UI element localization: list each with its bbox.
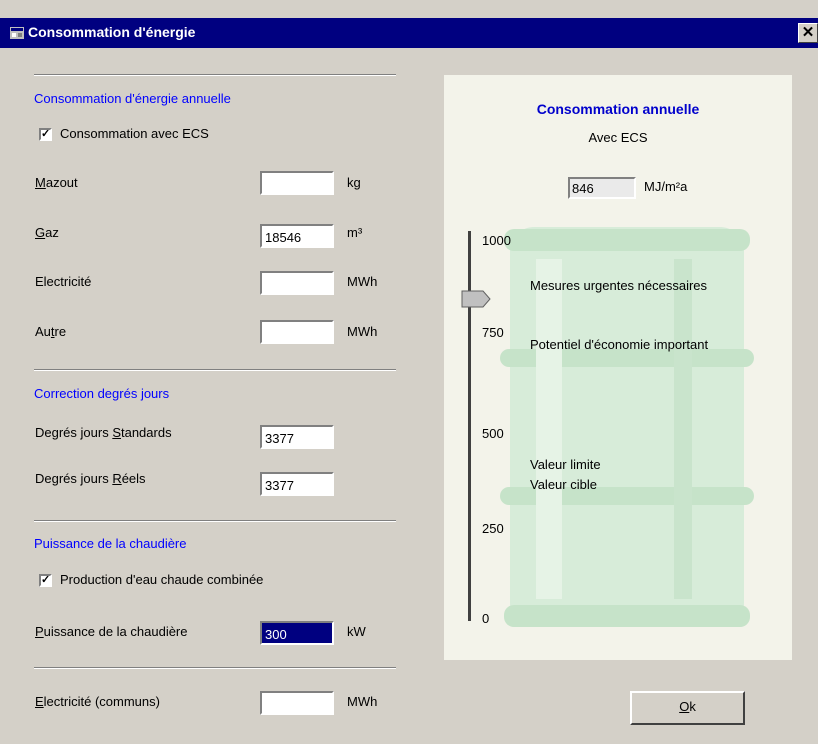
zone-urgent: Mesures urgentes nécessaires [530,278,708,293]
mazout-input[interactable] [260,171,334,195]
dj-standards-label: Degrés jours Standards [35,425,172,440]
gauge-value: 846 [568,177,636,199]
hot-water-checkbox-label[interactable]: Production d'eau chaude combinée [60,572,263,587]
ecs-checkbox[interactable]: ✓ [39,128,52,141]
dj-reels-input[interactable] [260,472,334,496]
gauge-subtitle: Avec ECS [588,130,648,145]
close-button[interactable]: ✕ [798,23,818,43]
tick-1000: 1000 [482,233,511,248]
zone-potential: Potentiel d'économie important [530,337,709,352]
divider-degree [34,369,396,371]
autre-unit: MWh [347,324,378,339]
common-elec-label: Electricité (communs) [35,694,160,709]
autre-input[interactable] [260,320,334,344]
autre-label: Autre [35,324,67,339]
ok-button[interactable]: Ok [630,691,745,725]
mazout-label: Mazout [35,175,78,190]
divider-boiler [34,520,396,522]
divider-top [34,74,396,76]
tick-0: 0 [482,611,490,626]
close-icon[interactable]: ✕ [802,24,815,41]
ecs-checkbox-label[interactable]: Consommation avec ECS [60,126,209,141]
gauge-title: Consommation annuelle [536,101,700,117]
dj-reels-label: Degrés jours Réels [35,471,146,486]
gaz-input[interactable] [260,224,334,248]
boiler-power-unit: kW [347,624,366,639]
electricite-label: Electricité [35,274,92,289]
dj-standards-input[interactable] [260,425,334,449]
electricite-unit: MWh [347,274,378,289]
tick-500: 500 [482,426,504,441]
boiler-power-label: Puissance de la chaudière [35,624,188,639]
section-heading-boiler: Puissance de la chaudière [34,536,187,551]
divider-common [34,667,396,669]
electricite-input[interactable] [260,271,334,295]
tick-250: 250 [482,521,504,536]
consumption-gauge-panel: Consommation annuelle Avec ECS 846 MJ/m²… [444,75,792,660]
common-elec-unit: MWh [347,694,378,709]
hot-water-checkbox[interactable]: ✓ [39,574,52,587]
boiler-power-input[interactable] [260,621,334,645]
mazout-unit: kg [347,175,361,190]
title-bar: Consommation d'énergie ✕ [0,18,818,48]
gauge-unit: MJ/m²a [644,179,688,194]
tick-750: 750 [482,325,504,340]
section-heading-degree: Correction degrés jours [34,386,170,401]
gaz-unit: m³ [347,225,363,240]
gauge-pointer-icon [461,290,491,308]
section-heading-annual: Consommation d'énergie annuelle [34,91,231,106]
gaz-label: Gaz [35,225,59,240]
common-elec-input[interactable] [260,691,334,715]
app-icon [10,27,24,39]
window-title: Consommation d'énergie [28,24,196,40]
zone-limit: Valeur limite [530,457,601,472]
zone-target: Valeur cible [530,477,597,492]
